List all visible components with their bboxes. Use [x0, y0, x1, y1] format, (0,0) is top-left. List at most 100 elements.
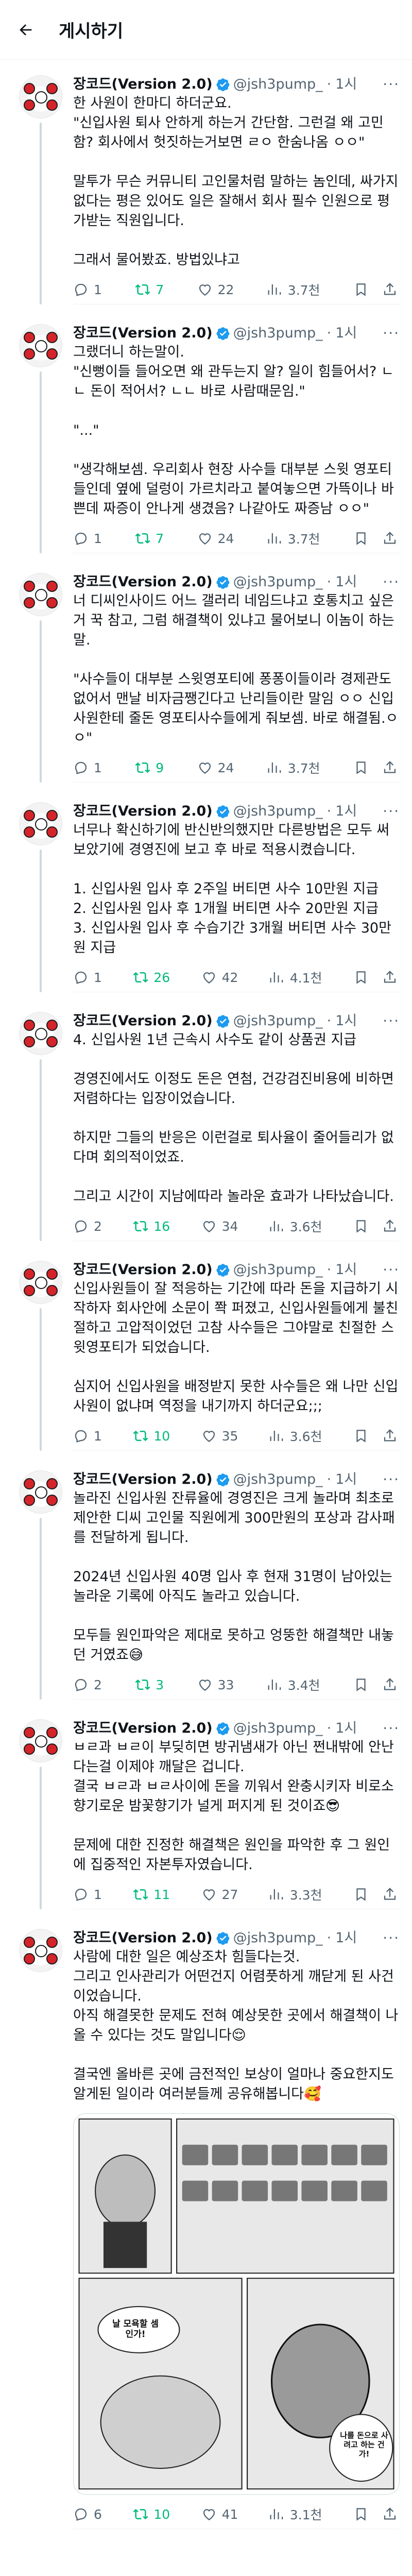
bookmark-button[interactable] [353, 1677, 369, 1692]
retweet-button[interactable]: 26 [133, 970, 170, 985]
more-options-icon[interactable]: ··· [377, 324, 400, 343]
bookmark-button[interactable] [353, 531, 369, 546]
share-button[interactable] [382, 1428, 398, 1444]
views-button[interactable]: 3.7천 [267, 529, 320, 548]
like-button[interactable]: 35 [201, 1428, 238, 1444]
reply-button[interactable]: 1 [73, 760, 102, 775]
share-button[interactable] [382, 1887, 398, 1902]
avatar[interactable] [19, 1719, 62, 1762]
retweet-button[interactable]: 7 [135, 531, 164, 546]
author-name[interactable]: 장코드(Version 2.0) [73, 1012, 213, 1030]
avatar[interactable] [19, 75, 62, 118]
more-options-icon[interactable]: ··· [377, 802, 400, 821]
views-button[interactable]: 3.1천 [269, 2505, 322, 2523]
avatar[interactable] [19, 802, 62, 845]
author-handle[interactable]: @jsh3pump_ [233, 1929, 323, 1947]
post-time[interactable]: 1시 [335, 1470, 357, 1489]
author-name[interactable]: 장코드(Version 2.0) [73, 75, 213, 94]
like-button[interactable]: 34 [201, 1218, 238, 1234]
post-time[interactable]: 1시 [335, 75, 357, 94]
more-options-icon[interactable]: ··· [377, 573, 400, 591]
post-time[interactable]: 1시 [335, 324, 357, 343]
bookmark-button[interactable] [353, 1887, 369, 1902]
post-time[interactable]: 1시 [335, 802, 357, 821]
reply-button[interactable]: 1 [73, 1887, 102, 1902]
author-handle[interactable]: @jsh3pump_ [233, 573, 323, 591]
author-handle[interactable]: @jsh3pump_ [233, 802, 323, 821]
share-button[interactable] [382, 970, 398, 985]
post-time[interactable]: 1시 [335, 1261, 357, 1279]
retweet-button[interactable]: 3 [135, 1677, 164, 1692]
like-button[interactable]: 24 [197, 760, 234, 775]
views-button[interactable]: 4.1천 [269, 968, 322, 987]
arrow-left-icon[interactable] [15, 20, 36, 40]
like-button[interactable]: 41 [201, 2506, 238, 2522]
share-button[interactable] [382, 1218, 398, 1234]
avatar[interactable] [19, 1929, 62, 1972]
retweet-button[interactable]: 11 [133, 1887, 170, 1902]
more-options-icon[interactable]: ··· [377, 75, 400, 94]
views-button[interactable]: 3.3천 [269, 1885, 322, 1904]
bookmark-button[interactable] [353, 282, 369, 297]
retweet-button[interactable]: 10 [133, 2506, 170, 2522]
share-button[interactable] [382, 1677, 398, 1692]
post-time[interactable]: 1시 [335, 1929, 357, 1947]
author-name[interactable]: 장코드(Version 2.0) [73, 1261, 213, 1279]
avatar[interactable] [19, 1261, 62, 1304]
post-time[interactable]: 1시 [335, 573, 357, 591]
bookmark-button[interactable] [353, 1218, 369, 1234]
post-time[interactable]: 1시 [335, 1719, 357, 1738]
more-options-icon[interactable]: ··· [377, 1719, 400, 1738]
avatar[interactable] [19, 324, 62, 367]
author-name[interactable]: 장코드(Version 2.0) [73, 802, 213, 821]
like-button[interactable]: 27 [201, 1887, 238, 1902]
like-button[interactable]: 22 [197, 282, 234, 297]
like-button[interactable]: 33 [197, 1677, 234, 1692]
like-button[interactable]: 24 [197, 531, 234, 546]
more-options-icon[interactable]: ··· [377, 1261, 400, 1279]
share-button[interactable] [382, 760, 398, 775]
more-options-icon[interactable]: ··· [377, 1012, 400, 1030]
views-button[interactable]: 3.7천 [267, 280, 320, 299]
author-name[interactable]: 장코드(Version 2.0) [73, 573, 213, 591]
author-handle[interactable]: @jsh3pump_ [233, 1719, 323, 1738]
retweet-button[interactable]: 10 [133, 1428, 170, 1444]
bookmark-button[interactable] [353, 1428, 369, 1444]
author-handle[interactable]: @jsh3pump_ [233, 324, 323, 343]
views-button[interactable]: 3.6천 [269, 1427, 322, 1445]
reply-button[interactable]: 2 [73, 1218, 102, 1234]
reply-button[interactable]: 6 [73, 2506, 102, 2522]
views-button[interactable]: 3.7천 [267, 758, 320, 777]
more-options-icon[interactable]: ··· [377, 1470, 400, 1489]
share-button[interactable] [382, 282, 398, 297]
like-button[interactable]: 42 [201, 970, 238, 985]
author-name[interactable]: 장코드(Version 2.0) [73, 324, 213, 343]
reply-button[interactable]: 1 [73, 531, 102, 546]
share-button[interactable] [382, 531, 398, 546]
more-options-icon[interactable]: ··· [377, 1929, 400, 1947]
avatar[interactable] [19, 1470, 62, 1514]
author-handle[interactable]: @jsh3pump_ [233, 75, 323, 94]
author-handle[interactable]: @jsh3pump_ [233, 1012, 323, 1030]
author-handle[interactable]: @jsh3pump_ [233, 1261, 323, 1279]
author-name[interactable]: 장코드(Version 2.0) [73, 1929, 213, 1947]
author-name[interactable]: 장코드(Version 2.0) [73, 1719, 213, 1738]
reply-button[interactable]: 1 [73, 1428, 102, 1444]
post-image[interactable]: 날 모욕할 셈인가! 나를 돈으로 사려고 하는 건가! [73, 2113, 400, 2495]
retweet-button[interactable]: 7 [135, 282, 164, 297]
bookmark-button[interactable] [353, 970, 369, 985]
reply-button[interactable]: 1 [73, 970, 102, 985]
avatar[interactable] [19, 573, 62, 616]
author-handle[interactable]: @jsh3pump_ [233, 1470, 323, 1489]
bookmark-button[interactable] [353, 760, 369, 775]
views-button[interactable]: 3.6천 [269, 1217, 322, 1235]
post-time[interactable]: 1시 [335, 1012, 357, 1030]
share-button[interactable] [382, 2506, 398, 2522]
bookmark-button[interactable] [353, 2506, 369, 2522]
avatar[interactable] [19, 1012, 62, 1055]
reply-button[interactable]: 1 [73, 282, 102, 297]
author-name[interactable]: 장코드(Version 2.0) [73, 1470, 213, 1489]
reply-button[interactable]: 2 [73, 1677, 102, 1692]
retweet-button[interactable]: 16 [133, 1218, 170, 1234]
views-button[interactable]: 3.4천 [267, 1675, 320, 1694]
